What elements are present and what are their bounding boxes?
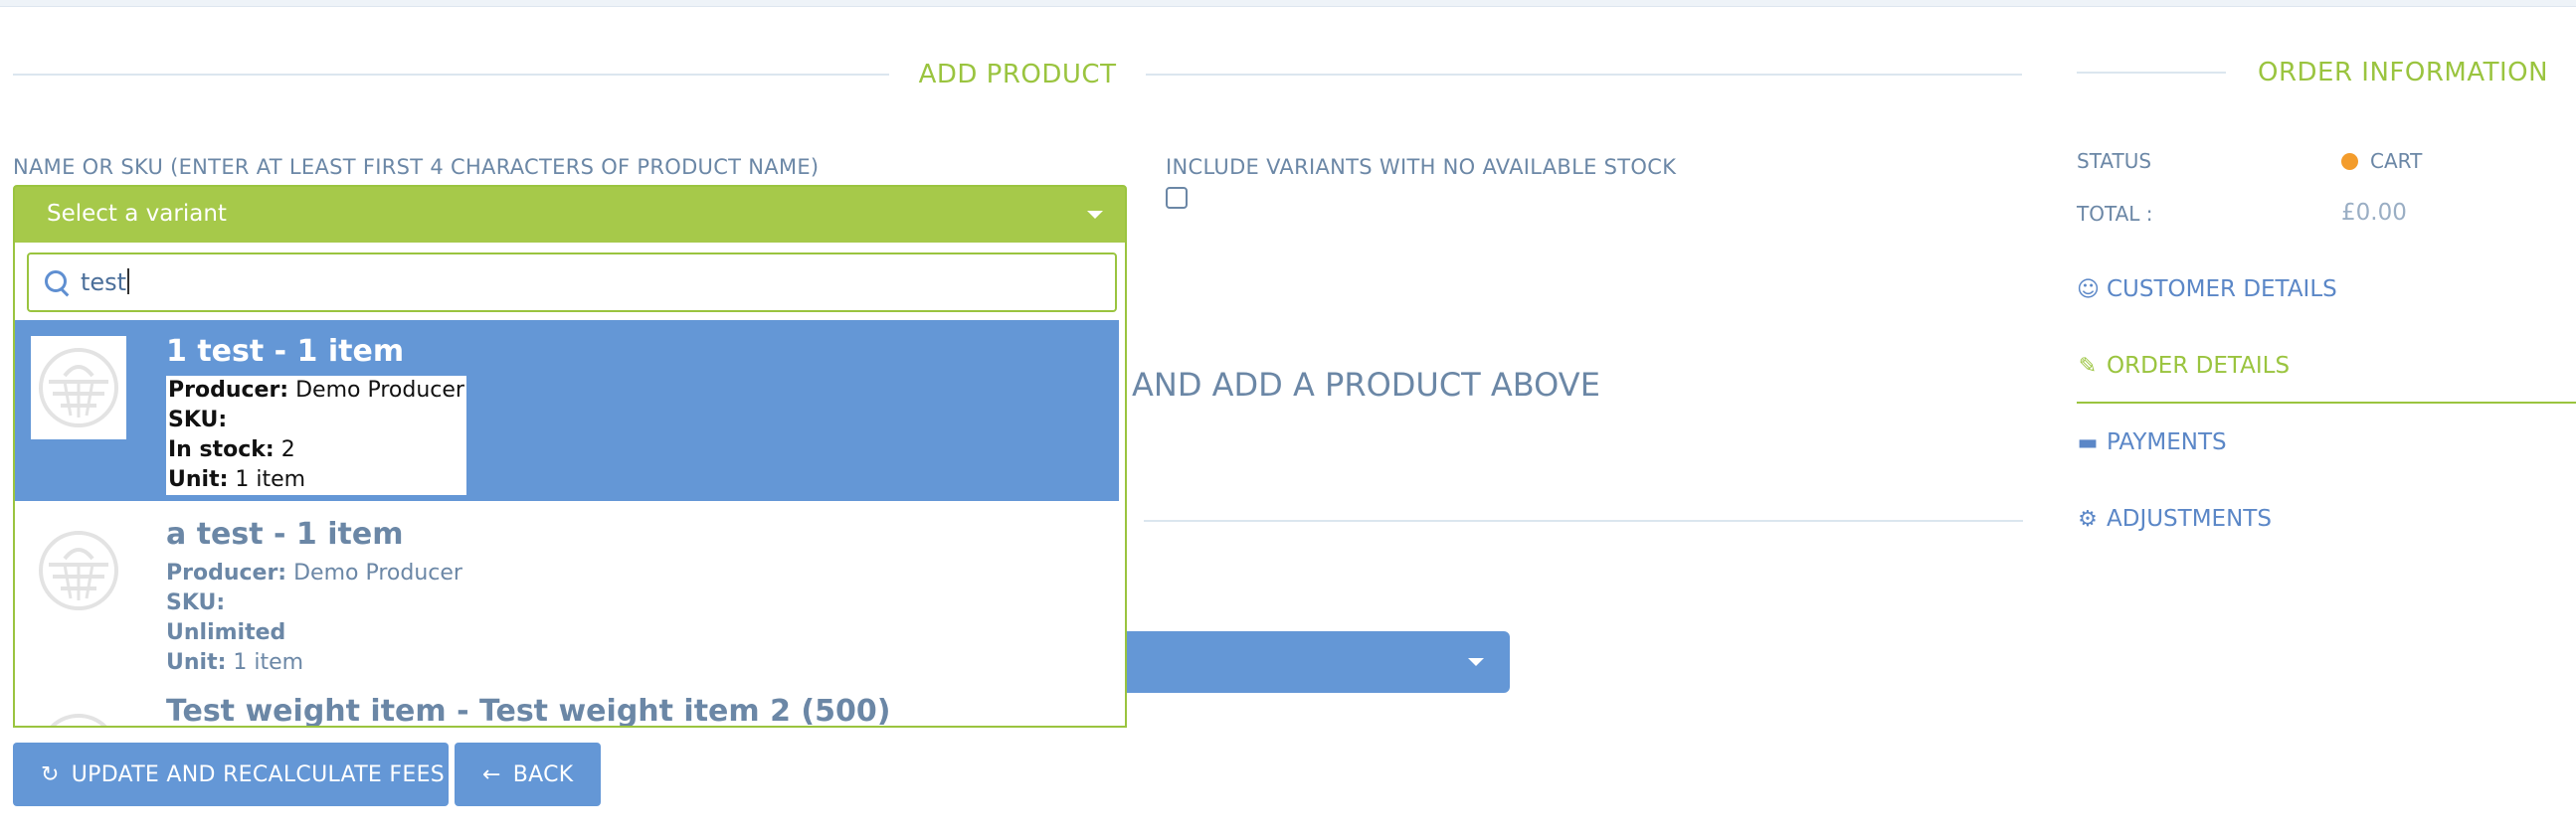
add-product-header: ADD PRODUCT (13, 60, 2023, 89)
active-nav-underline (2077, 402, 2576, 404)
variant-dropdown: test 1 test - 1 item Producer: Demo Prod… (13, 243, 1127, 728)
variant-name: Test weight item - Test weight item 2 (5… (166, 694, 891, 728)
stock-value: 2 (280, 437, 295, 462)
status-badge: CART (2341, 149, 2422, 173)
update-recalculate-button[interactable]: ↻ UPDATE AND RECALCULATE FEES (13, 743, 449, 806)
product-thumbnail (31, 702, 126, 726)
unit-value: 1 item (233, 650, 304, 675)
status-label: STATUS (2077, 149, 2152, 173)
order-information-header: ORDER INFORMATION (2077, 58, 2576, 87)
product-thumbnail (31, 336, 126, 439)
chevron-down-icon (1468, 658, 1484, 666)
producer-value: Demo Producer (295, 378, 464, 403)
top-border (0, 0, 2576, 7)
basket-icon (39, 531, 118, 610)
include-variants-label: INCLUDE VARIANTS WITH NO AVAILABLE STOCK (1166, 155, 1677, 179)
basket-icon (39, 348, 118, 427)
shipping-method-select[interactable] (1122, 631, 1510, 693)
variant-option[interactable]: 1 test - 1 item Producer: Demo Producer … (15, 320, 1119, 501)
include-variants-checkbox[interactable] (1166, 187, 1188, 209)
basket-icon (50, 714, 107, 726)
variant-info: Producer: Demo Producer SKU: In stock: 2… (166, 376, 466, 495)
name-sku-label: NAME OR SKU (ENTER AT LEAST FIRST 4 CHAR… (13, 155, 820, 179)
variant-select-placeholder: Select a variant (47, 201, 227, 227)
back-button[interactable]: ← BACK (455, 743, 601, 806)
status-dot-icon (2341, 153, 2358, 170)
variant-info: Producer: Demo Producer SKU: Unlimited U… (166, 561, 462, 675)
unit-value: 1 item (235, 467, 306, 492)
gears-icon: ⚙ (2078, 506, 2098, 532)
search-value: test (81, 268, 127, 296)
nav-customer-details[interactable]: ☺ CUSTOMER DETAILS (2077, 276, 2337, 302)
text-cursor (127, 268, 130, 294)
add-product-title: ADD PRODUCT (918, 60, 1117, 89)
nav-order-details[interactable]: ✎ ORDER DETAILS (2077, 353, 2290, 379)
arrow-left-icon: ← (482, 761, 501, 787)
search-icon (45, 270, 67, 292)
nav-adjustments[interactable]: ⚙ ADJUSTMENTS (2077, 506, 2272, 532)
section-divider (1144, 520, 2023, 522)
add-product-hint: AND ADD A PRODUCT ABOVE (1132, 366, 1600, 404)
variant-name: a test - 1 item (166, 517, 404, 552)
credit-card-icon: ▬ (2077, 429, 2099, 455)
user-icon: ☺ (2077, 276, 2100, 302)
total-label: TOTAL : (2077, 202, 2153, 226)
chevron-down-icon (1087, 211, 1103, 219)
product-thumbnail (31, 519, 126, 622)
order-information-title: ORDER INFORMATION (2258, 58, 2549, 87)
producer-value: Demo Producer (293, 561, 462, 586)
variant-search-input[interactable]: test (27, 252, 1117, 312)
refresh-icon: ↻ (41, 761, 60, 787)
variant-name: 1 test - 1 item (166, 334, 405, 369)
total-value: £0.00 (2341, 200, 2407, 226)
nav-payments[interactable]: ▬ PAYMENTS (2077, 429, 2227, 455)
variant-option[interactable]: a test - 1 item Producer: Demo Producer … (15, 503, 1119, 684)
edit-icon: ✎ (2078, 353, 2098, 379)
stock-value: Unlimited (166, 620, 286, 645)
variant-select[interactable]: Select a variant (13, 185, 1127, 245)
variant-option[interactable]: Test weight item - Test weight item 2 (5… (15, 686, 1119, 728)
